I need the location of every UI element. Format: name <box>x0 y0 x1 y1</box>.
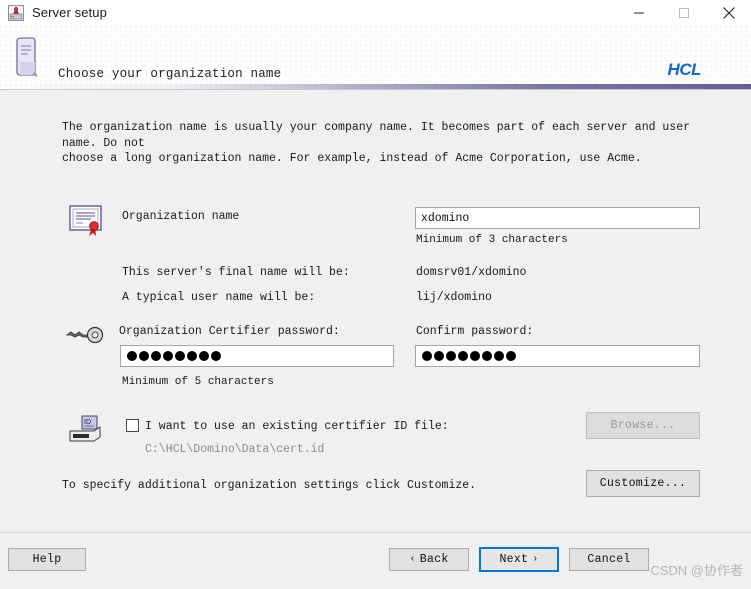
password-dot <box>163 351 173 361</box>
use-existing-certifier-label: I want to use an existing certifier ID f… <box>145 420 449 433</box>
window-controls <box>616 0 751 25</box>
page-title: Choose your organization name <box>58 67 282 81</box>
password-dot <box>470 351 480 361</box>
confirm-password-label: Confirm password: <box>416 325 534 338</box>
organization-name-input[interactable] <box>415 207 700 229</box>
password-dot <box>422 351 432 361</box>
header-divider-line <box>0 89 751 90</box>
hcl-logo: HCL <box>667 60 702 79</box>
password-dot <box>506 351 516 361</box>
back-button[interactable]: ‹ Back <box>389 548 469 571</box>
document-scroll-icon <box>12 37 40 79</box>
password-dot <box>175 351 185 361</box>
next-button[interactable]: Next › <box>479 547 559 572</box>
customize-button[interactable]: Customize... <box>586 470 700 497</box>
watermark: CSDN @协作者 <box>650 563 743 578</box>
password-dot <box>211 351 221 361</box>
password-dot <box>151 351 161 361</box>
server-final-name-value: domsrv01/xdomino <box>416 266 527 279</box>
maximize-icon[interactable] <box>661 0 706 25</box>
server-setup-window: Server setup Choose your organization na… <box>0 0 751 589</box>
server-final-name-label: This server's final name will be: <box>122 266 350 279</box>
cancel-button[interactable]: Cancel <box>569 548 649 571</box>
typical-user-name-label: A typical user name will be: <box>122 291 316 304</box>
confirm-password-input[interactable] <box>415 345 700 367</box>
password-dot <box>494 351 504 361</box>
intro-text: The organization name is usually your co… <box>62 121 691 166</box>
browse-button[interactable]: Browse... <box>586 412 700 439</box>
password-dot <box>127 351 137 361</box>
close-icon[interactable] <box>706 0 751 25</box>
key-icon <box>65 325 107 345</box>
minimize-icon[interactable] <box>616 0 661 25</box>
certifier-password-hint: Minimum of 5 characters <box>122 376 274 388</box>
back-button-label: Back <box>419 553 449 566</box>
password-dot <box>187 351 197 361</box>
svg-text:ID: ID <box>84 419 91 426</box>
password-dot <box>434 351 444 361</box>
certifier-password-input[interactable] <box>120 345 394 367</box>
certificate-icon <box>69 205 105 237</box>
password-dot <box>199 351 209 361</box>
typical-user-name-value: lij/xdomino <box>416 291 492 304</box>
certifier-id-path-value: C:\HCL\Domino\Data\cert.id <box>145 443 325 456</box>
next-button-label: Next <box>499 553 529 566</box>
use-existing-certifier-checkbox[interactable] <box>126 419 139 432</box>
wizard-header: Choose your organization name HCL <box>0 25 751 90</box>
next-chevron-icon: › <box>532 554 539 565</box>
window-title: Server setup <box>32 5 107 20</box>
confirm-password-dots <box>422 351 518 361</box>
organization-name-hint: Minimum of 3 characters <box>416 234 568 246</box>
password-dot <box>446 351 456 361</box>
back-chevron-icon: ‹ <box>409 554 416 565</box>
certifier-password-dots <box>127 351 223 361</box>
organization-name-label: Organization name <box>122 210 240 223</box>
customize-note: To specify additional organization setti… <box>62 479 477 492</box>
password-dot <box>139 351 149 361</box>
help-button[interactable]: Help <box>8 548 86 571</box>
certifier-password-label: Organization Certifier password: <box>119 325 340 338</box>
id-card-reader-icon: ID <box>68 415 104 445</box>
server-setup-icon <box>8 4 24 21</box>
title-bar: Server setup <box>0 0 751 25</box>
password-dot <box>458 351 468 361</box>
password-dot <box>482 351 492 361</box>
